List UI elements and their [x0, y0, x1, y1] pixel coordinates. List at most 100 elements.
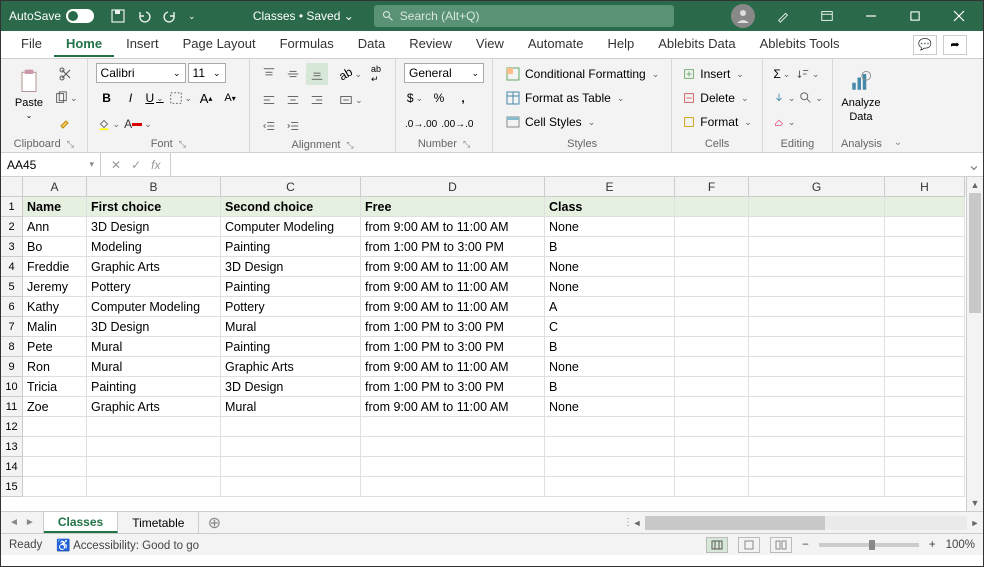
decrease-decimal-button[interactable]: .00→.0 — [440, 113, 474, 135]
cell[interactable]: Graphic Arts — [87, 397, 221, 417]
percent-format-button[interactable]: % — [428, 87, 450, 109]
cell[interactable]: Mural — [221, 317, 361, 337]
autosave-toggle[interactable]: AutoSave — [1, 9, 102, 23]
sheet-nav-prev-icon[interactable]: ◄ — [9, 517, 19, 528]
fill-color-button[interactable] — [96, 113, 122, 135]
undo-icon[interactable] — [136, 8, 152, 24]
zoom-slider[interactable] — [819, 543, 919, 547]
clear-button[interactable] — [771, 111, 797, 133]
delete-cells-button[interactable]: Delete — [680, 87, 754, 109]
align-center-button[interactable] — [282, 89, 304, 111]
row-header[interactable]: 1 — [1, 197, 23, 217]
cell[interactable] — [675, 437, 749, 457]
tab-page-layout[interactable]: Page Layout — [171, 32, 268, 57]
cell[interactable]: 3D Design — [221, 377, 361, 397]
cell[interactable] — [885, 217, 965, 237]
tab-formulas[interactable]: Formulas — [268, 32, 346, 57]
cell[interactable]: Mural — [221, 397, 361, 417]
cell[interactable]: Painting — [221, 277, 361, 297]
dialog-launcher-icon[interactable]: ⤡ — [463, 139, 470, 150]
cell[interactable] — [23, 457, 87, 477]
tab-view[interactable]: View — [464, 32, 516, 57]
tab-automate[interactable]: Automate — [516, 32, 596, 57]
font-size-select[interactable]: 11⌄ — [188, 63, 226, 83]
cell[interactable]: A — [545, 297, 675, 317]
align-top-button[interactable] — [258, 63, 280, 85]
cell[interactable] — [749, 197, 885, 217]
cell[interactable] — [675, 337, 749, 357]
cell[interactable] — [749, 397, 885, 417]
cell[interactable] — [545, 437, 675, 457]
cell[interactable]: None — [545, 357, 675, 377]
cell[interactable]: Modeling — [87, 237, 221, 257]
font-name-select[interactable]: Calibri⌄ — [96, 63, 186, 83]
format-cells-button[interactable]: Format — [680, 111, 754, 133]
bold-button[interactable]: B — [96, 87, 118, 109]
column-header[interactable]: H — [885, 177, 965, 197]
cell[interactable]: Malin — [23, 317, 87, 337]
cell[interactable] — [749, 317, 885, 337]
share-button[interactable]: ➦ — [943, 35, 967, 55]
close-button[interactable] — [939, 2, 979, 30]
cell[interactable]: 3D Design — [221, 257, 361, 277]
search-input[interactable]: Search (Alt+Q) — [374, 5, 674, 27]
cancel-formula-icon[interactable]: ✕ — [111, 158, 121, 172]
align-left-button[interactable] — [258, 89, 280, 111]
autosum-button[interactable]: Σ — [771, 63, 793, 85]
row-header[interactable]: 11 — [1, 397, 23, 417]
cell[interactable] — [675, 457, 749, 477]
cell[interactable] — [361, 477, 545, 497]
cell[interactable]: Class — [545, 197, 675, 217]
cell[interactable] — [885, 237, 965, 257]
column-header[interactable]: E — [545, 177, 675, 197]
cell[interactable]: Painting — [221, 337, 361, 357]
cell[interactable]: First choice — [87, 197, 221, 217]
increase-font-button[interactable]: A▴ — [195, 87, 217, 109]
column-header[interactable]: D — [361, 177, 545, 197]
maximize-button[interactable] — [895, 2, 935, 30]
cell[interactable]: Name — [23, 197, 87, 217]
select-all-corner[interactable] — [1, 177, 23, 197]
cell[interactable]: Kathy — [23, 297, 87, 317]
cell[interactable]: Computer Modeling — [87, 297, 221, 317]
cell[interactable] — [885, 417, 965, 437]
cell[interactable] — [749, 257, 885, 277]
zoom-level[interactable]: 100% — [946, 539, 975, 551]
qat-dropdown-icon[interactable]: ⌄ — [188, 11, 196, 22]
scroll-right-icon[interactable]: ► — [967, 518, 983, 528]
cell[interactable] — [221, 457, 361, 477]
cell[interactable] — [675, 417, 749, 437]
row-header[interactable]: 12 — [1, 417, 23, 437]
scroll-left-icon[interactable]: ◄ — [629, 518, 645, 528]
tab-ablebits-data[interactable]: Ablebits Data — [646, 32, 747, 57]
underline-button[interactable]: U — [144, 87, 166, 109]
sheet-tab-timetable[interactable]: Timetable — [118, 512, 199, 533]
tab-insert[interactable]: Insert — [114, 32, 171, 57]
cell[interactable]: from 9:00 AM to 11:00 AM — [361, 357, 545, 377]
comments-button[interactable]: 💬 — [913, 35, 937, 55]
cell[interactable] — [749, 297, 885, 317]
cell[interactable] — [749, 217, 885, 237]
accounting-format-button[interactable]: $ — [404, 87, 426, 109]
enter-formula-icon[interactable]: ✓ — [131, 158, 141, 172]
merge-button[interactable] — [338, 89, 364, 111]
cell[interactable]: from 9:00 AM to 11:00 AM — [361, 297, 545, 317]
normal-view-button[interactable] — [706, 537, 728, 553]
cell[interactable]: None — [545, 217, 675, 237]
page-layout-view-button[interactable] — [738, 537, 760, 553]
align-right-button[interactable] — [306, 89, 328, 111]
row-header[interactable]: 5 — [1, 277, 23, 297]
row-header[interactable]: 8 — [1, 337, 23, 357]
align-middle-button[interactable] — [282, 63, 304, 85]
cell[interactable] — [885, 337, 965, 357]
sheet-nav-next-icon[interactable]: ► — [25, 517, 35, 528]
cell[interactable]: None — [545, 257, 675, 277]
italic-button[interactable]: I — [120, 87, 142, 109]
cell[interactable]: from 9:00 AM to 11:00 AM — [361, 277, 545, 297]
cell[interactable]: Mural — [87, 337, 221, 357]
column-header[interactable]: B — [87, 177, 221, 197]
row-header[interactable]: 4 — [1, 257, 23, 277]
collapse-ribbon-button[interactable]: ⌄ — [890, 59, 906, 152]
cell[interactable]: Tricia — [23, 377, 87, 397]
increase-indent-button[interactable] — [282, 115, 304, 137]
